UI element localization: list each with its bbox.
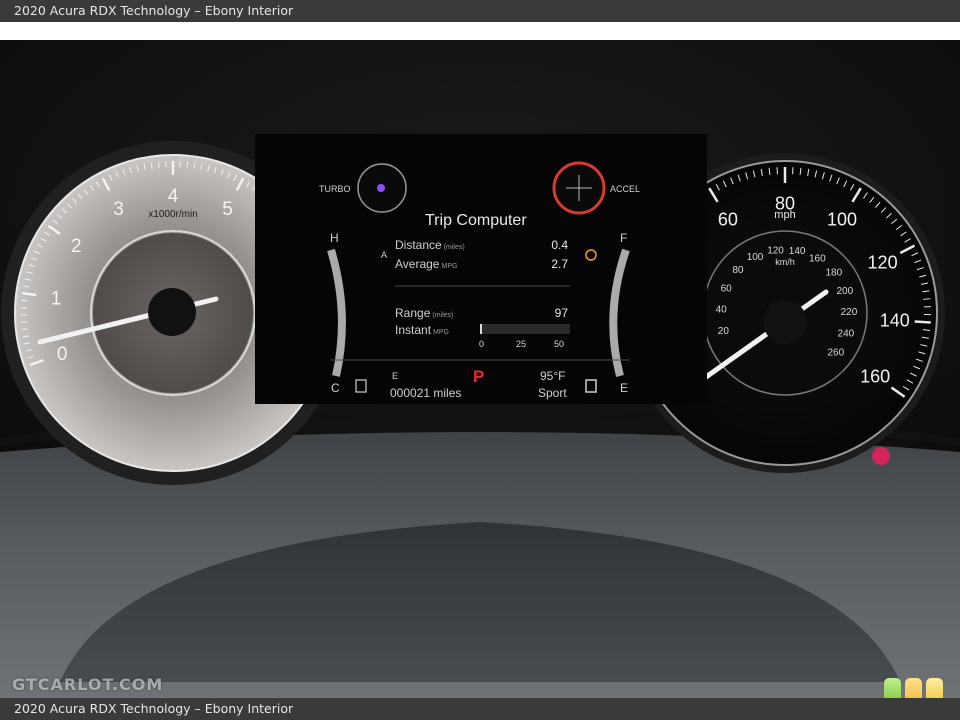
speedometer-kmh-number: 180 <box>826 267 843 278</box>
range-unit: (miles) <box>432 312 454 319</box>
speedometer-hub <box>763 300 807 344</box>
odometer-label: E <box>392 371 399 381</box>
speedometer-kmh-number: 200 <box>836 286 853 297</box>
speedometer-kmh-number: 240 <box>838 328 855 339</box>
tachometer-tick <box>21 328 28 331</box>
tachometer-unit: x1000r/min <box>148 209 197 220</box>
instant-scale-max: 50 <box>554 339 565 349</box>
speedometer-kmh-number: 260 <box>827 347 844 358</box>
tachometer-tick <box>157 161 160 168</box>
instant-unit: MPG <box>433 329 449 336</box>
speedometer-kmh-number: 40 <box>716 304 728 315</box>
turbo-indicator <box>377 184 385 192</box>
odometer: 000021 miles <box>390 386 462 400</box>
site-watermark: GTCARLOT.COM <box>12 675 164 694</box>
fuel-empty-label: E <box>620 381 629 395</box>
distance-unit: (miles) <box>443 244 465 251</box>
seatbelt-warning-icon <box>872 447 890 465</box>
range-row: Range (miles) <box>395 306 453 320</box>
outside-temp: 95°F <box>540 369 566 383</box>
speedometer-kmh-unit: km/h <box>775 257 795 267</box>
speedometer-kmh-number: 20 <box>718 326 730 337</box>
tachometer-number: 1 <box>51 288 62 309</box>
speedometer-kmh-number: 220 <box>841 307 858 318</box>
average-label: Average <box>395 257 440 271</box>
average-value: 2.7 <box>551 257 568 271</box>
temp-hot-label: H <box>330 231 339 245</box>
speedometer-kmh-number: 100 <box>747 252 764 263</box>
speedometer-mph-number: 140 <box>880 311 910 331</box>
cluster-illustration: 012345678 x1000r/min 0204060801001201401… <box>0 40 960 698</box>
tachometer-number: 4 <box>168 186 179 207</box>
instant-scale-min: 0 <box>479 339 485 349</box>
tachometer-tick <box>186 161 189 168</box>
distance-value: 0.4 <box>551 238 568 252</box>
instant-scale-mid: 25 <box>516 339 527 349</box>
tachometer-number: 5 <box>222 199 233 220</box>
distance-row: Distance (miles) <box>395 238 465 252</box>
center-display <box>255 134 707 404</box>
speedometer-kmh-number: 120 <box>767 245 784 256</box>
range-value: 97 <box>554 306 568 320</box>
range-label: Range <box>395 306 431 320</box>
distance-label: Distance <box>395 238 442 252</box>
speedometer-kmh-number: 160 <box>809 253 826 264</box>
instrument-cluster-photo: 012345678 x1000r/min 0204060801001201401… <box>0 22 960 698</box>
temp-cold-label: C <box>331 381 340 395</box>
speedometer-kmh-number: 140 <box>789 246 806 257</box>
speedometer-mph-number: 60 <box>718 209 738 229</box>
trip-computer-title: Trip Computer <box>425 212 527 229</box>
instant-mpg-bar <box>480 324 570 334</box>
trip-marker: A <box>381 250 388 260</box>
speedometer-tick <box>923 298 931 300</box>
accel-label: ACCEL <box>610 184 641 194</box>
speedometer-mph-number: 120 <box>868 253 898 273</box>
tachometer-number: 2 <box>71 236 82 257</box>
instant-row: Instant MPG <box>395 323 449 337</box>
fuel-full-label: F <box>620 231 628 245</box>
average-unit: MPG <box>441 263 458 270</box>
speedometer-kmh-number: 60 <box>721 283 733 294</box>
drive-mode: Sport <box>538 386 567 400</box>
tachometer-number: 0 <box>57 344 68 365</box>
gear-indicator: P <box>473 367 485 386</box>
speedometer-mph-number: 160 <box>860 367 890 387</box>
speedometer-mph-unit: mph <box>774 209 795 221</box>
speedometer-mph-number: 100 <box>827 209 857 229</box>
tachometer-hub <box>148 288 196 336</box>
speedometer-tick <box>914 320 931 324</box>
instant-label: Instant <box>395 323 432 337</box>
photo-caption-top: 2020 Acura RDX Technology – Ebony Interi… <box>0 0 960 22</box>
gtcarlot-traffic-light-icon <box>884 678 946 698</box>
tachometer-number: 3 <box>113 199 124 220</box>
average-row: Average MPG <box>395 257 457 271</box>
speedometer-kmh-number: 80 <box>732 265 744 276</box>
turbo-label: TURBO <box>319 184 351 194</box>
instant-mpg-bar-fill <box>480 324 482 334</box>
photo-caption-bottom: 2020 Acura RDX Technology – Ebony Interi… <box>0 698 960 720</box>
